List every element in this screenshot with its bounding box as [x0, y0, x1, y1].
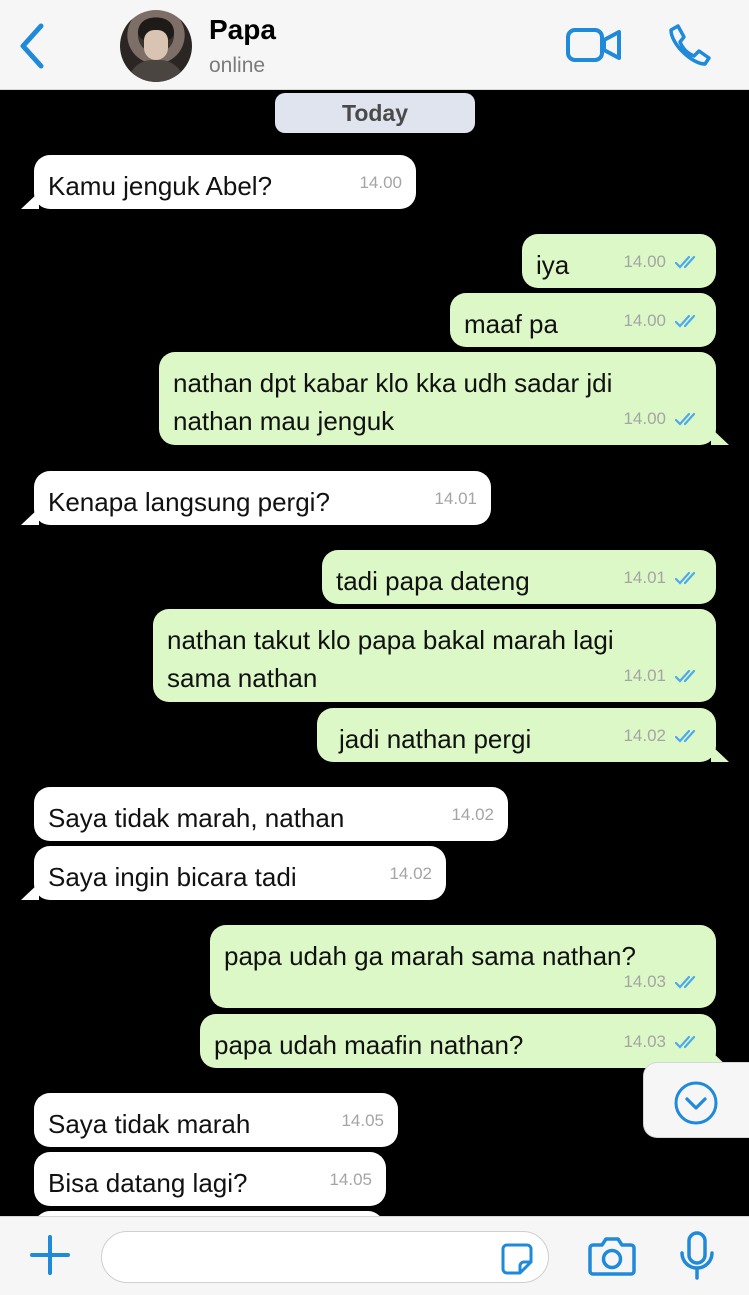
read-receipt-icon — [674, 314, 696, 328]
message-time: 14.02 — [623, 726, 666, 745]
message-text: Saya ingin bicara tadi — [48, 862, 297, 892]
microphone-icon[interactable] — [675, 1230, 719, 1282]
composer-bar — [0, 1216, 749, 1295]
message-time: 14.00 — [623, 311, 666, 330]
outgoing-message[interactable]: tadi papa dateng 14.01 — [322, 550, 716, 604]
message-time: 14.01 — [623, 666, 666, 685]
scroll-to-bottom-button[interactable] — [643, 1062, 749, 1138]
message-text: Saya tidak marah, nathan — [48, 803, 345, 833]
contact-name[interactable]: Papa — [209, 14, 276, 46]
read-receipt-icon — [674, 975, 696, 989]
message-text: Kamu jenguk Abel? — [48, 171, 273, 201]
message-text: Kenapa langsung pergi? — [48, 487, 330, 517]
message-text-line: nathan takut klo papa bakal marah lagi — [167, 625, 614, 655]
camera-icon[interactable] — [587, 1234, 637, 1278]
message-list[interactable]: Today Kamu jenguk Abel? 14.00 iya 14.00 … — [0, 90, 749, 1216]
contact-status: online — [209, 54, 266, 77]
read-receipt-icon — [674, 571, 696, 585]
read-receipt-icon — [674, 669, 696, 683]
date-separator: Today — [275, 93, 475, 133]
message-time: 14.05 — [341, 1111, 384, 1130]
read-receipt-icon — [674, 412, 696, 426]
back-icon[interactable] — [12, 20, 52, 72]
message-time: 14.01 — [434, 489, 477, 508]
outgoing-message[interactable]: jadi nathan pergi 14.02 — [317, 708, 716, 762]
message-time: 14.03 — [623, 972, 666, 991]
read-receipt-icon — [674, 729, 696, 743]
video-call-icon[interactable] — [566, 24, 622, 66]
message-time: 14.03 — [623, 1032, 666, 1051]
incoming-message[interactable]: Saya ingin bicara tadi 14.02 — [34, 846, 446, 900]
message-input-container[interactable] — [101, 1231, 549, 1283]
outgoing-message[interactable]: papa udah ga marah sama nathan? 14.03 — [210, 925, 716, 1008]
sticker-icon[interactable] — [500, 1242, 534, 1276]
message-time: 14.00 — [623, 252, 666, 271]
chevron-down-icon — [674, 1081, 718, 1125]
outgoing-message[interactable]: iya 14.00 — [522, 234, 716, 288]
plus-icon[interactable] — [26, 1231, 74, 1279]
incoming-message[interactable]: Bisa datang lagi? 14.05 — [34, 1152, 386, 1206]
read-receipt-icon — [674, 255, 696, 269]
outgoing-message[interactable]: nathan takut klo papa bakal marah lagi s… — [153, 609, 716, 702]
outgoing-message[interactable]: papa udah maafin nathan? 14.03 — [200, 1014, 716, 1068]
message-text-line: nathan dpt kabar klo kka udh sadar jdi — [173, 368, 613, 398]
message-text: Bisa datang lagi? — [48, 1168, 248, 1198]
message-time: 14.00 — [623, 409, 666, 428]
incoming-message[interactable]: Kenapa langsung pergi? 14.01 — [34, 471, 491, 525]
message-time: 14.01 — [623, 568, 666, 587]
message-time: 14.05 — [329, 1170, 372, 1189]
contact-avatar[interactable] — [120, 10, 192, 82]
phone-icon[interactable] — [666, 22, 712, 68]
message-time: 14.02 — [451, 805, 494, 824]
outgoing-message[interactable]: nathan dpt kabar klo kka udh sadar jdi n… — [159, 352, 716, 445]
message-time: 14.00 — [359, 173, 402, 192]
message-text-line: sama nathan — [167, 663, 318, 693]
message-input[interactable] — [120, 1232, 504, 1282]
incoming-message[interactable]: Saya tidak marah 14.05 — [34, 1093, 398, 1147]
message-text: Saya tidak marah — [48, 1109, 251, 1139]
incoming-message[interactable]: Kamu jenguk Abel? 14.00 — [34, 155, 416, 209]
incoming-message[interactable]: Saya tidak marah, nathan 14.02 — [34, 787, 508, 841]
outgoing-message[interactable]: maaf pa 14.00 — [450, 293, 716, 347]
read-receipt-icon — [674, 1035, 696, 1049]
message-time: 14.02 — [389, 864, 432, 883]
chat-header: Papa online — [0, 0, 749, 90]
